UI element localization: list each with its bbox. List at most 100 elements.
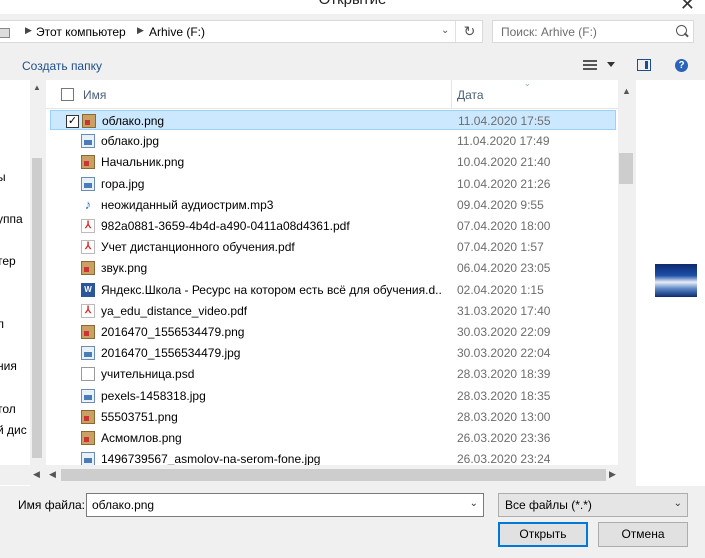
file-row[interactable]: pexels-1458318.jpg 28.03.2020 18:35 <box>50 386 616 406</box>
column-header: Имя ⌄ Дата <box>46 80 618 109</box>
file-date: 28.03.2020 18:35 <box>457 388 551 403</box>
chevron-right-icon[interactable]: ▶ <box>25 25 32 36</box>
file-name: 2016470_1556534479.jpg <box>101 346 241 361</box>
png-icon <box>82 114 96 128</box>
file-name: неожиданный аудиострим.mp3 <box>101 197 274 212</box>
file-row[interactable]: 55503751.png 28.03.2020 13:00 <box>50 407 616 427</box>
refresh-icon[interactable]: ↻ <box>455 21 483 42</box>
window-title: Открытие <box>0 0 705 8</box>
close-icon[interactable]: ✕ <box>680 0 695 14</box>
breadcrumb-drive[interactable]: Arhive (F:) <box>149 25 205 39</box>
drive-icon <box>0 28 10 38</box>
file-row[interactable]: 2016470_1556534479.png 30.03.2020 22:09 <box>50 322 616 342</box>
filename-label: Имя файла: <box>18 498 85 512</box>
file-name: 55503751.png <box>101 409 178 424</box>
file-list-scrollbar[interactable]: ▲ <box>618 80 634 465</box>
file-row[interactable]: Асмомлов.png 26.03.2020 23:36 <box>50 428 616 448</box>
nav-horizontal-scrollbar[interactable]: ◀ <box>0 465 46 485</box>
file-name: Асмомлов.png <box>101 431 182 445</box>
file-date: 28.03.2020 18:39 <box>457 367 551 382</box>
scroll-right-icon[interactable]: ▶ <box>609 469 616 480</box>
psd-icon <box>81 367 95 382</box>
nav-item[interactable]: тол <box>0 402 16 416</box>
new-folder-button[interactable]: Создать папку <box>22 59 102 73</box>
filename-input[interactable] <box>90 497 454 513</box>
filename-field[interactable]: ⌄ <box>86 493 484 517</box>
audio-icon: ♪ <box>84 196 92 212</box>
file-row[interactable]: учительница.psd 28.03.2020 18:39 <box>50 364 616 384</box>
jpg-icon <box>81 346 95 361</box>
row-checkbox[interactable]: ✓ <box>66 115 79 128</box>
file-row[interactable]: Начальник.png 10.04.2020 21:40 <box>50 152 616 172</box>
address-bar[interactable]: ▶ Этот компьютер ▶ Arhive (F:) ⌄ ↻ <box>0 20 483 43</box>
file-name: Яндекс.Школа - Ресурс на котором есть вс… <box>101 282 441 297</box>
preview-pane <box>636 80 705 486</box>
file-row[interactable]: звук.png 06.04.2020 23:05 <box>50 258 616 278</box>
file-type-value: Все файлы (*.*) <box>505 498 592 512</box>
file-date: 28.03.2020 13:00 <box>457 409 551 424</box>
nav-item[interactable]: й дис <box>0 423 27 437</box>
search-icon[interactable] <box>676 25 687 36</box>
file-date: 30.03.2020 22:09 <box>457 325 551 339</box>
file-row[interactable]: ♪ неожиданный аудиострим.mp3 09.04.2020 9:… <box>50 195 616 215</box>
horizontal-scroll-thumb[interactable] <box>61 469 606 481</box>
chevron-down-icon[interactable]: ⌄ <box>674 498 682 509</box>
column-name[interactable]: Имя <box>83 88 106 102</box>
file-row[interactable]: ⅄ Учет дистанционного обучения.pdf 07.04.2… <box>50 237 616 257</box>
pdf-icon: ⅄ <box>81 303 95 318</box>
nav-scroll-thumb[interactable] <box>32 158 42 458</box>
chevron-down-icon[interactable]: ⌄ <box>441 25 449 36</box>
file-date: 31.03.2020 17:40 <box>457 303 551 318</box>
jpg-icon <box>81 176 95 191</box>
chevron-down-icon[interactable] <box>607 62 615 67</box>
preview-pane-icon[interactable] <box>637 59 651 71</box>
file-name: гора.jpg <box>101 176 145 191</box>
nav-item[interactable]: ния <box>0 359 17 373</box>
view-options-icon[interactable] <box>583 60 597 71</box>
breadcrumb-this-pc[interactable]: Этот компьютер <box>36 25 126 39</box>
nav-item[interactable]: тер <box>0 254 16 268</box>
nav-item[interactable]: уппа <box>0 212 23 226</box>
file-type-select[interactable]: Все файлы (*.*) ⌄ <box>498 493 688 517</box>
file-date: 10.04.2020 21:40 <box>457 155 551 170</box>
nav-item[interactable]: ы <box>0 170 6 184</box>
pdf-icon: ⅄ <box>81 219 95 233</box>
chevron-right-icon[interactable]: ▶ <box>137 25 144 36</box>
help-icon[interactable]: ? <box>675 59 688 72</box>
file-name: облако.jpg <box>101 134 160 149</box>
scroll-left-icon[interactable]: ◀ <box>33 469 40 480</box>
open-button[interactable]: Открыть <box>498 522 588 547</box>
search-input[interactable] <box>499 24 673 40</box>
word-icon: W <box>81 282 95 297</box>
file-name: Начальник.png <box>101 155 185 170</box>
scroll-left-icon[interactable]: ◀ <box>49 469 56 480</box>
file-row[interactable]: ⅄ ya_edu_distance_video.pdf 31.03.2020 17:… <box>50 301 616 321</box>
sort-indicator-icon: ⌄ <box>524 80 531 88</box>
select-all-checkbox[interactable] <box>61 88 74 101</box>
column-date[interactable]: Дата <box>457 88 484 102</box>
jpg-icon <box>81 388 95 403</box>
nav-scrollbar[interactable]: ▲ <box>30 80 44 486</box>
file-row[interactable]: ✓ облако.png 11.04.2020 17:55 <box>50 110 616 130</box>
scroll-up-icon[interactable]: ▲ <box>33 83 41 92</box>
column-divider[interactable] <box>451 80 452 108</box>
horizontal-scrollbar[interactable]: ◀ ▶ <box>46 465 634 485</box>
file-name: звук.png <box>101 261 148 276</box>
search-box[interactable] <box>492 20 694 43</box>
file-row[interactable]: 1496739567_asmolov-na-serom-fone.jpg 26.0… <box>50 449 616 465</box>
scroll-thumb[interactable] <box>619 153 633 184</box>
file-date: 26.03.2020 23:24 <box>457 452 551 465</box>
nav-item[interactable]: л <box>0 317 4 331</box>
scroll-up-icon[interactable]: ▲ <box>622 86 631 96</box>
file-date: 06.04.2020 23:05 <box>457 261 551 276</box>
file-name: Учет дистанционного обучения.pdf <box>101 240 295 255</box>
chevron-down-icon[interactable]: ⌄ <box>470 498 478 509</box>
toolbar: Создать папку ? <box>0 52 705 79</box>
file-row[interactable]: 2016470_1556534479.jpg 30.03.2020 22:04 <box>50 343 616 363</box>
file-row[interactable]: ⅄ 982a0881-3659-4b4d-a490-0411a08d4361.pd… <box>50 216 616 236</box>
file-row[interactable]: гора.jpg 10.04.2020 21:26 <box>50 174 616 194</box>
file-row[interactable]: W Яндекс.Школа - Ресурс на котором есть в… <box>50 280 616 300</box>
file-row[interactable]: облако.jpg 11.04.2020 17:49 <box>50 131 616 151</box>
title-bar: Открытие ✕ <box>0 0 705 14</box>
cancel-button[interactable]: Отмена <box>598 522 688 547</box>
